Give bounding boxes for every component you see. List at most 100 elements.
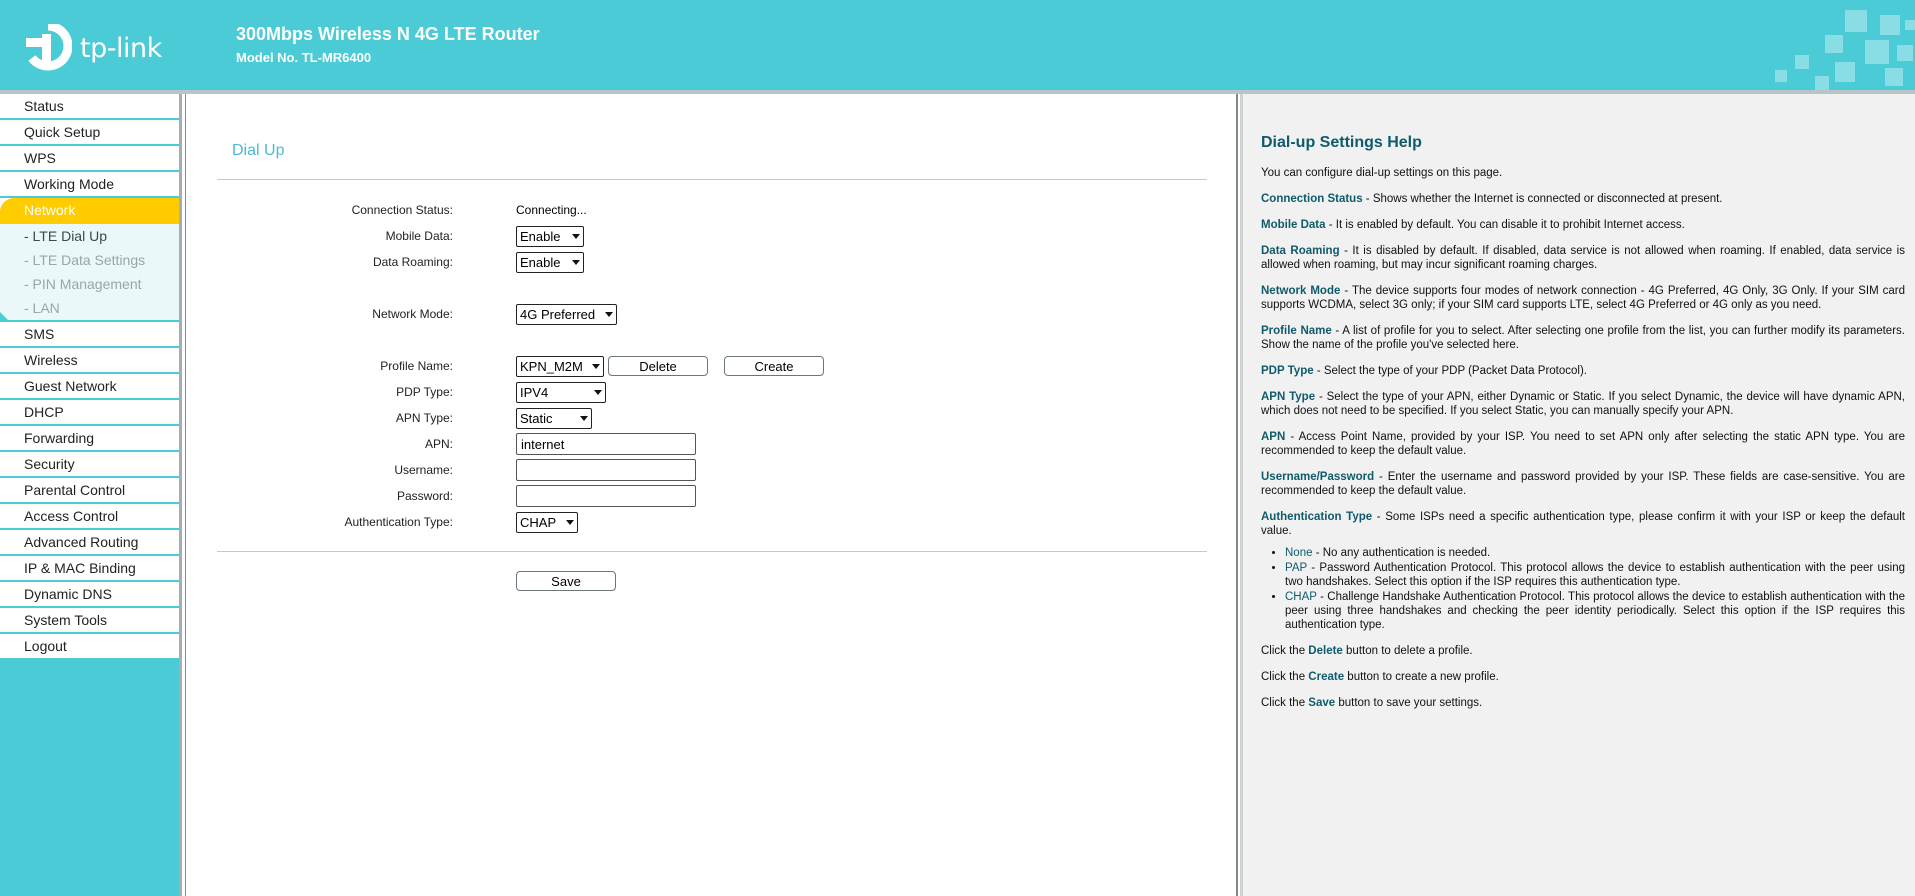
password-label: Password: [396, 489, 453, 503]
chevron-down-icon [566, 519, 574, 525]
help-term: None [1285, 547, 1313, 559]
apn-input[interactable]: internet [516, 433, 696, 455]
profile-name-select[interactable]: KPN_M2M [516, 355, 604, 377]
header-decoration [1775, 10, 1915, 90]
page-title: Dial Up [232, 142, 285, 159]
apn-label: APN: [424, 437, 453, 451]
mobile-data-label: Mobile Data: [385, 229, 453, 243]
profile-name-value: KPN_M2M [520, 358, 583, 374]
help-title: Dial-up Settings Help [1261, 134, 1422, 151]
auth-type-select[interactable]: CHAP [516, 511, 578, 533]
help-text: button to save your settings. [1335, 697, 1483, 709]
sidebar-item-status[interactable]: Status [0, 94, 179, 120]
sidebar-item-logout[interactable]: Logout [0, 634, 179, 660]
help-username-password: Username/Password - Enter the username a… [1261, 470, 1905, 498]
pdp-type-select[interactable]: IPV4 [516, 381, 606, 403]
pdp-type-value: IPV4 [520, 384, 549, 400]
help-text: button to create a new profile. [1344, 671, 1499, 683]
data-roaming-label: Data Roaming: [372, 255, 453, 269]
password-input[interactable] [516, 485, 696, 507]
save-button[interactable]: Save [516, 571, 616, 591]
sidebar-item-dhcp[interactable]: DHCP [0, 400, 179, 426]
auth-type-list: None - No any authentication is needed. … [1285, 546, 1905, 632]
submenu-item-lan[interactable]: - LAN [0, 296, 179, 320]
create-profile-button[interactable]: Create [724, 356, 824, 376]
help-term: Authentication Type [1261, 511, 1373, 523]
sidebar-item-wps[interactable]: WPS [0, 146, 179, 172]
data-roaming-select[interactable]: Enable [516, 251, 584, 273]
network-mode-select[interactable]: 4G Preferred [516, 303, 617, 325]
help-term: APN [1261, 431, 1286, 443]
profile-name-label: Profile Name: [380, 359, 453, 373]
sidebar-item-forwarding[interactable]: Forwarding [0, 426, 179, 452]
auth-type-label: Authentication Type: [344, 515, 453, 529]
brand-text: tp-link [80, 32, 162, 64]
network-mode-label: Network Mode: [372, 307, 453, 321]
help-term: Connection Status [1261, 193, 1363, 205]
sidebar-item-dynamic-dns[interactable]: Dynamic DNS [0, 582, 179, 608]
help-text: Click the [1261, 671, 1309, 683]
sidebar-item-sms[interactable]: SMS [0, 322, 179, 348]
pdp-type-label: PDP Type: [396, 385, 453, 399]
tp-link-logo: tp-link [24, 21, 162, 72]
submenu-item-lte-dial-up[interactable]: - LTE Dial Up [0, 224, 179, 248]
product-title: 300Mbps Wireless N 4G LTE Router [236, 24, 540, 44]
sidebar-item-quick-setup[interactable]: Quick Setup [0, 120, 179, 146]
help-apn-type: APN Type - Select the type of your APN, … [1261, 390, 1905, 418]
sidebar-menu: Status Quick Setup WPS Working Mode Netw… [0, 94, 179, 660]
help-term: Profile Name [1261, 325, 1332, 337]
help-network-mode: Network Mode - The device supports four … [1261, 284, 1905, 312]
sidebar-item-ip-mac-binding[interactable]: IP & MAC Binding [0, 556, 179, 582]
help-connection-status: Connection Status - Shows whether the In… [1261, 192, 1905, 206]
chevron-down-icon [572, 233, 580, 239]
sidebar-item-guest-network[interactable]: Guest Network [0, 374, 179, 400]
list-item: None - No any authentication is needed. [1285, 546, 1905, 560]
tp-link-logo-icon [24, 21, 73, 72]
help-authentication-type: Authentication Type - Some ISPs need a s… [1261, 510, 1905, 538]
help-text: Click the [1261, 697, 1309, 709]
help-term: Create [1308, 671, 1345, 683]
mobile-data-select[interactable]: Enable [516, 225, 584, 247]
help-text: button to delete a profile. [1342, 645, 1473, 657]
submenu-item-lte-data-settings[interactable]: - LTE Data Settings [0, 248, 179, 272]
help-panel: Dial-up Settings Help You can configure … [1240, 94, 1915, 896]
help-profile-name: Profile Name - A list of profile for you… [1261, 324, 1905, 352]
list-item: PAP - Password Authentication Protocol. … [1285, 561, 1905, 589]
sidebar-item-system-tools[interactable]: System Tools [0, 608, 179, 634]
help-text: - It is enabled by default. You can disa… [1325, 219, 1685, 231]
delete-profile-button[interactable]: Delete [608, 356, 708, 376]
help-text: - A list of profile for you to select. A… [1261, 325, 1905, 351]
help-click-create: Click the Create button to create a new … [1261, 670, 1905, 684]
data-roaming-value: Enable [520, 254, 561, 270]
sidebar-item-access-control[interactable]: Access Control [0, 504, 179, 530]
top-divider [217, 179, 1207, 180]
sidebar-item-parental-control[interactable]: Parental Control [0, 478, 179, 504]
help-term: Mobile Data [1261, 219, 1326, 231]
main-content: Dial Up Connection Status: Connecting...… [185, 94, 1238, 896]
model-number: Model No. TL-MR6400 [236, 50, 372, 65]
sidebar: Status Quick Setup WPS Working Mode Netw… [0, 94, 182, 896]
help-text: - Select the type of your PDP (Packet Da… [1313, 365, 1587, 377]
help-term: Network Mode [1261, 285, 1341, 297]
help-term: PAP [1285, 562, 1307, 574]
sidebar-item-security[interactable]: Security [0, 452, 179, 478]
username-input[interactable] [516, 459, 696, 481]
submenu-item-pin-management[interactable]: - PIN Management [0, 272, 179, 296]
sidebar-item-wireless[interactable]: Wireless [0, 348, 179, 374]
sidebar-item-network[interactable]: Network [0, 198, 179, 224]
help-apn: APN - Access Point Name, provided by you… [1261, 430, 1905, 458]
sidebar-item-working-mode[interactable]: Working Mode [0, 172, 179, 198]
help-text: - Password Authentication Protocol. This… [1285, 562, 1905, 588]
sidebar-item-advanced-routing[interactable]: Advanced Routing [0, 530, 179, 556]
chevron-down-icon [605, 311, 613, 317]
help-text: - Select the type of your APN, either Dy… [1261, 391, 1905, 417]
help-text: - Challenge Handshake Authentication Pro… [1285, 591, 1905, 631]
network-submenu: - LTE Dial Up - LTE Data Settings - PIN … [0, 224, 179, 322]
apn-type-select[interactable]: Static [516, 407, 592, 429]
help-term: Delete [1308, 645, 1343, 657]
connection-status-label: Connection Status: [351, 203, 453, 217]
chevron-down-icon [594, 389, 602, 395]
help-click-save: Click the Save button to save your setti… [1261, 696, 1905, 710]
chevron-down-icon [572, 259, 580, 265]
help-term: PDP Type [1261, 365, 1314, 377]
